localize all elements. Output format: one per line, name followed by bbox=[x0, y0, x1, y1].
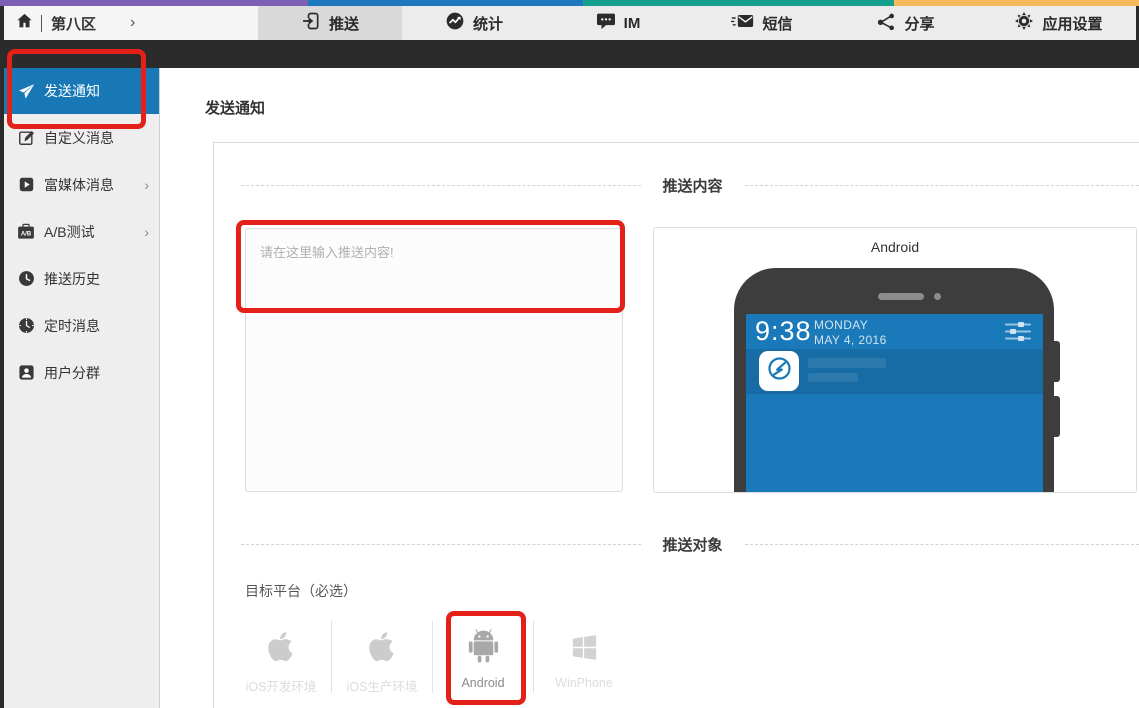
apple-icon bbox=[267, 619, 295, 663]
android-preview-panel: Android 9:38 MONDAY MAY 4, 2016 bbox=[653, 227, 1137, 493]
phone-side-button bbox=[1054, 396, 1060, 437]
sms-icon bbox=[731, 12, 754, 34]
windows-icon bbox=[569, 619, 600, 663]
apple-icon bbox=[368, 619, 396, 663]
home-icon[interactable] bbox=[15, 12, 34, 35]
chevron-right-icon: › bbox=[144, 224, 149, 240]
stats-icon bbox=[445, 11, 465, 35]
push-form-panel: 推送内容 Android 9:38 MONDAY MAY 4, 2016 bbox=[213, 142, 1139, 708]
paper-plane-icon bbox=[17, 82, 35, 100]
timer-icon bbox=[17, 317, 35, 335]
sidebar-item-send-notification[interactable]: 发送通知 bbox=[4, 68, 159, 114]
tab-im[interactable]: IM bbox=[546, 6, 690, 40]
platform-ios-prod[interactable]: iOS生产环境 bbox=[332, 611, 432, 695]
sidebar-item-label: 定时消息 bbox=[44, 316, 100, 336]
notification-row bbox=[746, 349, 1043, 394]
jpush-logo-icon bbox=[766, 355, 793, 387]
left-edge-strip bbox=[0, 6, 4, 708]
phone-date: MAY 4, 2016 bbox=[814, 333, 887, 347]
sidebar-item-label: 自定义消息 bbox=[44, 128, 114, 148]
strip-segment-teal bbox=[583, 0, 894, 6]
sidebar-item-label: 富媒体消息 bbox=[44, 175, 114, 195]
platform-label: WinPhone bbox=[555, 676, 613, 690]
push-content-divider-label: 推送内容 bbox=[641, 175, 745, 196]
platform-label: Android bbox=[461, 676, 504, 690]
platform-winphone[interactable]: WinPhone bbox=[534, 611, 634, 695]
user-group-icon bbox=[17, 364, 35, 382]
phone-weekday: MONDAY bbox=[814, 318, 868, 332]
chevron-right-icon[interactable]: › bbox=[130, 15, 135, 31]
platform-label: iOS生产环境 bbox=[347, 676, 418, 695]
app-name: 第八区 bbox=[51, 13, 96, 34]
notification-text-ghost bbox=[808, 358, 886, 368]
push-icon bbox=[301, 11, 321, 35]
strip-segment-orange bbox=[894, 0, 1139, 6]
share-icon bbox=[877, 12, 896, 35]
tab-label: IM bbox=[624, 15, 641, 32]
tab-sms[interactable]: 短信 bbox=[690, 6, 834, 40]
im-icon bbox=[596, 12, 616, 34]
tab-label: 统计 bbox=[473, 13, 503, 34]
tab-app-settings[interactable]: 应用设置 bbox=[978, 6, 1139, 40]
sidebar-item-label: 用户分群 bbox=[44, 363, 100, 383]
clock-icon bbox=[17, 270, 35, 288]
phone-status-area: 9:38 MONDAY MAY 4, 2016 bbox=[746, 314, 1043, 349]
app-badge bbox=[759, 351, 799, 391]
phone-camera-dot bbox=[934, 293, 941, 300]
gear-icon bbox=[1014, 11, 1034, 35]
app-switcher[interactable]: 第八区 › bbox=[0, 6, 258, 40]
top-navbar: 第八区 › 推送 统计 bbox=[0, 6, 1139, 40]
android-icon bbox=[467, 619, 500, 663]
tab-share[interactable]: 分享 bbox=[834, 6, 978, 40]
phone-date-block: MONDAY MAY 4, 2016 bbox=[814, 318, 887, 348]
phone-mockup: 9:38 MONDAY MAY 4, 2016 bbox=[734, 268, 1054, 493]
phone-screen: 9:38 MONDAY MAY 4, 2016 bbox=[746, 314, 1043, 493]
top-color-strip bbox=[0, 0, 1139, 6]
notification-text-ghost bbox=[808, 373, 858, 382]
preview-platform-title: Android bbox=[654, 239, 1136, 255]
push-target-divider-label: 推送对象 bbox=[641, 534, 745, 555]
sidebar-item-custom-message[interactable]: 自定义消息 bbox=[4, 114, 159, 161]
sidebar-item-push-history[interactable]: 推送历史 bbox=[4, 255, 159, 302]
strip-segment-purple bbox=[0, 0, 308, 6]
platform-android[interactable]: Android bbox=[433, 611, 533, 695]
phone-time: 9:38 bbox=[755, 316, 812, 347]
platform-ios-dev[interactable]: iOS开发环境 bbox=[231, 611, 331, 695]
notification-settings-icon bbox=[1005, 321, 1031, 347]
sidebar: 发送通知 自定义消息 富媒体消息 › A/B A/B测试 › 推送 bbox=[4, 68, 160, 708]
sidebar-item-rich-media[interactable]: 富媒体消息 › bbox=[4, 161, 159, 208]
app-switcher-divider bbox=[41, 15, 42, 32]
sidebar-item-label: 推送历史 bbox=[44, 269, 100, 289]
sidebar-item-ab-test[interactable]: A/B A/B测试 › bbox=[4, 208, 159, 255]
edit-icon bbox=[17, 129, 35, 147]
page-title: 发送通知 bbox=[205, 97, 265, 118]
svg-text:A/B: A/B bbox=[21, 231, 32, 237]
play-icon bbox=[17, 176, 35, 194]
phone-speaker bbox=[878, 293, 924, 300]
sub-header-bar bbox=[0, 40, 1139, 68]
chevron-right-icon: › bbox=[144, 177, 149, 193]
strip-segment-blue bbox=[308, 0, 583, 6]
sidebar-item-label: A/B测试 bbox=[44, 222, 95, 242]
tab-label: 应用设置 bbox=[1042, 13, 1102, 34]
tab-push[interactable]: 推送 bbox=[258, 6, 402, 40]
sidebar-item-label: 发送通知 bbox=[44, 81, 100, 101]
push-content-input[interactable] bbox=[245, 228, 623, 492]
phone-side-button bbox=[1054, 341, 1060, 382]
tab-label: 短信 bbox=[762, 13, 792, 34]
platform-label: iOS开发环境 bbox=[246, 676, 317, 695]
sidebar-item-scheduled-message[interactable]: 定时消息 bbox=[4, 302, 159, 349]
ab-test-icon: A/B bbox=[17, 223, 35, 241]
target-platform-label: 目标平台（必选） bbox=[245, 581, 357, 601]
app-window: 第八区 › 推送 统计 bbox=[0, 0, 1139, 708]
tab-label: 推送 bbox=[329, 13, 359, 34]
platform-selector: iOS开发环境 iOS生产环境 bbox=[231, 611, 634, 695]
tab-label: 分享 bbox=[904, 13, 934, 34]
sidebar-item-user-segment[interactable]: 用户分群 bbox=[4, 349, 159, 396]
push-target-divider: 推送对象 bbox=[241, 534, 1139, 554]
tab-stats[interactable]: 统计 bbox=[402, 6, 546, 40]
push-content-divider: 推送内容 bbox=[241, 175, 1139, 195]
